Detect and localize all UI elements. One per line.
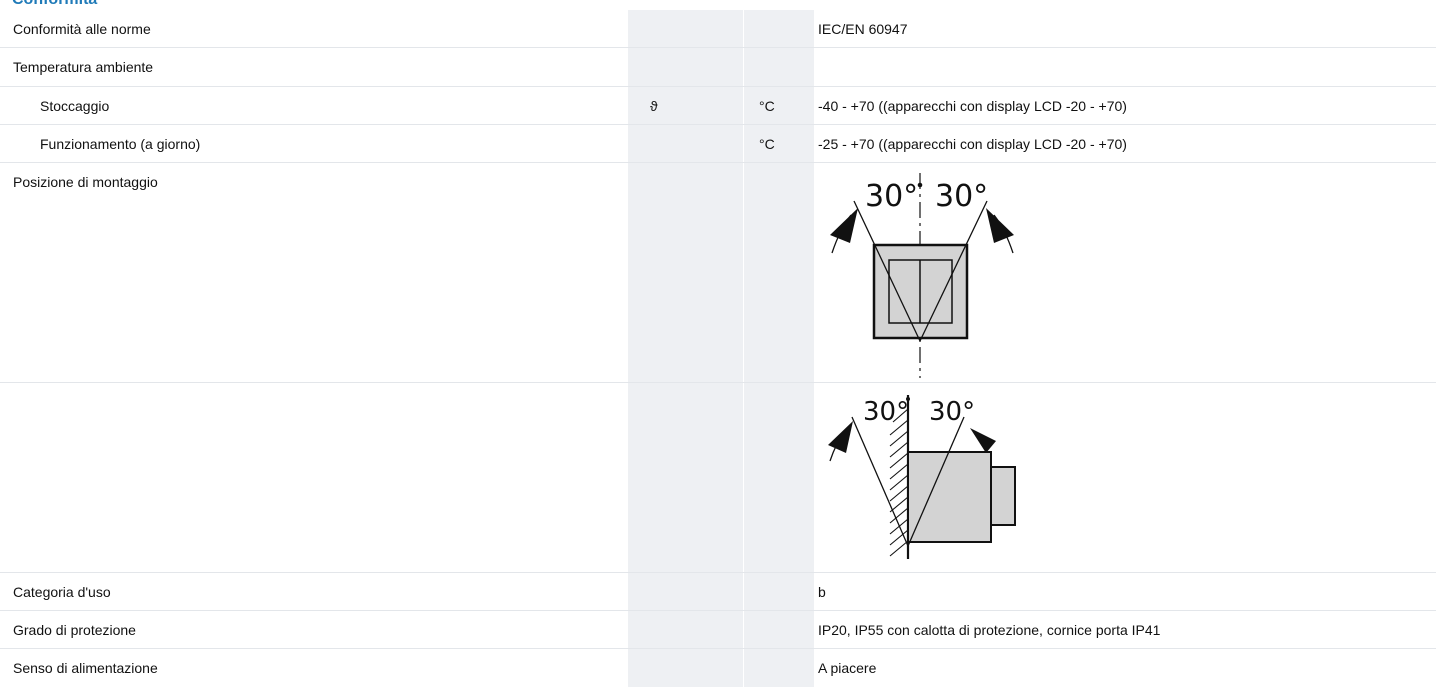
- row-value: -40 - +70 ((apparecchi con display LCD -…: [818, 98, 1127, 114]
- row-unit: °C: [759, 98, 775, 114]
- table-row: Funzionamento (a giorno) °C -25 - +70 ((…: [0, 125, 1436, 163]
- row-symbol: ϑ: [650, 98, 658, 114]
- row-label: Funzionamento (a giorno): [40, 136, 201, 152]
- table-row: Posizione di montaggio 30° 30°: [0, 163, 1436, 383]
- row-value: A piacere: [818, 660, 877, 676]
- side-angle-left-label: 30°: [863, 397, 909, 427]
- row-value: b: [818, 584, 826, 600]
- row-label: [13, 383, 628, 392]
- row-label: Stoccaggio: [40, 98, 110, 114]
- front-angle-right-label: 30°: [935, 179, 988, 214]
- arrow-right-icon: [986, 208, 1014, 243]
- axis-pivot: [917, 182, 923, 188]
- row-value: IEC/EN 60947: [818, 21, 908, 37]
- arrow-left-icon: [830, 208, 858, 243]
- arrow-left-icon: [828, 421, 853, 453]
- row-symbol: [650, 383, 743, 392]
- spec-table: Conformità alle norme IEC/EN 60947 Tempe…: [0, 10, 1436, 687]
- table-row: 30° 30°: [0, 383, 1436, 573]
- wall-pivot: [906, 397, 910, 401]
- device-body: [907, 451, 992, 543]
- section-title: Conformità: [12, 0, 97, 9]
- mounting-front-diagram: 30° 30°: [830, 173, 1014, 378]
- table-row: Grado di protezione IP20, IP55 con calot…: [0, 611, 1436, 649]
- row-unit: [759, 163, 814, 172]
- row-label: Posizione di montaggio: [13, 174, 158, 190]
- row-label: Senso di alimentazione: [13, 660, 158, 676]
- row-label: Grado di protezione: [13, 622, 136, 638]
- wall-hatching: [889, 408, 909, 557]
- row-label: Temperatura ambiente: [13, 59, 154, 75]
- table-row: Stoccaggio ϑ °C -40 - +70 ((apparecchi c…: [0, 87, 1436, 125]
- table-row: Senso di alimentazione A piacere: [0, 649, 1436, 687]
- table-row: Temperatura ambiente: [0, 48, 1436, 87]
- row-symbol: [650, 163, 743, 172]
- table-row: Categoria d'uso b: [0, 573, 1436, 611]
- device-front: [990, 466, 1016, 526]
- row-value: -25 - +70 ((apparecchi con display LCD -…: [818, 136, 1127, 152]
- row-value: IP20, IP55 con calotta di protezione, co…: [818, 622, 1161, 638]
- row-unit: °C: [759, 136, 775, 152]
- side-angle-right-label: 30°: [929, 397, 975, 427]
- front-angle-left-label: 30°: [865, 179, 918, 214]
- row-unit: [759, 383, 814, 392]
- row-label: Categoria d'uso: [13, 584, 111, 600]
- table-row: Conformità alle norme IEC/EN 60947: [0, 10, 1436, 48]
- mounting-side-diagram: 30° 30°: [828, 395, 1016, 559]
- arrow-right-icon: [970, 428, 996, 453]
- row-label: Conformità alle norme: [13, 21, 151, 37]
